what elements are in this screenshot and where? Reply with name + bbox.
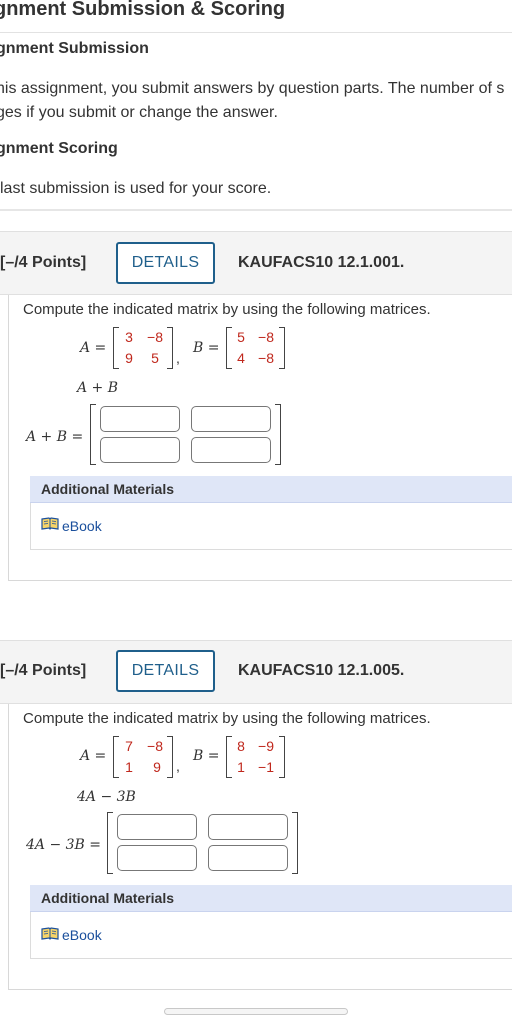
comma: ,: [176, 350, 180, 366]
matrix-entry: 1: [125, 759, 133, 775]
matrix-entry: −9: [258, 738, 274, 754]
divider: [0, 32, 512, 33]
question-prompt: Compute the indicated matrix by using th…: [23, 301, 431, 318]
additional-materials-body: [30, 912, 512, 959]
answer-input-r1c2[interactable]: [191, 406, 271, 432]
question-id: KAUFACS10 12.1.005.: [238, 662, 405, 679]
right-bracket: [279, 736, 285, 778]
expression: 4A − 3B: [77, 789, 136, 805]
additional-materials-label: Additional Materials: [41, 481, 175, 497]
left-bracket: [90, 404, 96, 465]
ebook-link[interactable]: eBook: [62, 927, 102, 943]
matrix-entry: 4: [237, 350, 245, 366]
matrix-a-label: A =: [80, 748, 107, 764]
answer-input-r1c1[interactable]: [100, 406, 180, 432]
page-title: gnment Submission & Scoring: [0, 0, 286, 20]
matrix-entry: 5: [151, 350, 159, 366]
submission-heading: gnment Submission: [0, 40, 149, 57]
scoring-text: last submission is used for your score.: [0, 180, 272, 197]
answer-label: A + B =: [26, 429, 84, 445]
answer-input-r2c1[interactable]: [100, 437, 180, 463]
matrix-entry: −8: [258, 350, 274, 366]
divider: [0, 209, 512, 211]
question-id: KAUFACS10 12.1.001.: [238, 254, 405, 271]
question-prompt: Compute the indicated matrix by using th…: [23, 710, 431, 727]
left-bracket: [107, 812, 113, 874]
submission-text-line1: his assignment, you submit answers by qu…: [0, 80, 505, 97]
matrix-entry: −8: [147, 738, 163, 754]
matrix-b-label: B =: [193, 748, 220, 764]
expression: A + B: [77, 380, 119, 396]
matrix-entry: 5: [237, 329, 245, 345]
additional-materials-header: Additional Materials: [30, 476, 512, 503]
ebook-link[interactable]: eBook: [62, 518, 102, 534]
matrix-entry: 9: [125, 350, 133, 366]
answer-label: 4A − 3B =: [26, 837, 102, 853]
scoring-heading: gnment Scoring: [0, 140, 118, 157]
answer-input-r1c1[interactable]: [117, 814, 197, 840]
right-bracket: [292, 812, 298, 874]
matrix-entry: 8: [237, 738, 245, 754]
answer-input-r2c2[interactable]: [191, 437, 271, 463]
additional-materials-header: Additional Materials: [30, 885, 512, 912]
answer-input-r2c2[interactable]: [208, 845, 288, 871]
answer-input-r2c1[interactable]: [117, 845, 197, 871]
matrix-entry: −1: [258, 759, 274, 775]
matrix-entry: −8: [258, 329, 274, 345]
right-bracket: [279, 327, 285, 369]
matrix-entry: −8: [147, 329, 163, 345]
submission-text-line2: ges if you submit or change the answer.: [0, 104, 278, 121]
right-bracket: [167, 327, 173, 369]
right-bracket: [275, 404, 281, 465]
book-icon: [41, 927, 59, 940]
additional-materials-body: [30, 503, 512, 550]
matrix-b-label: B =: [193, 340, 220, 356]
book-icon: [41, 517, 59, 530]
matrix-entry: 7: [125, 738, 133, 754]
scroll-handle[interactable]: [164, 1008, 348, 1015]
comma: ,: [176, 758, 180, 774]
matrix-entry: 1: [237, 759, 245, 775]
answer-input-r1c2[interactable]: [208, 814, 288, 840]
additional-materials-label: Additional Materials: [41, 890, 175, 906]
details-button[interactable]: DETAILS: [116, 242, 215, 284]
matrix-entry: 9: [153, 759, 161, 775]
details-button[interactable]: DETAILS: [116, 650, 215, 692]
matrix-entry: 3: [125, 329, 133, 345]
right-bracket: [167, 736, 173, 778]
question-points: [–/4 Points]: [0, 254, 87, 271]
matrix-a-label: A =: [80, 340, 107, 356]
question-points: [–/4 Points]: [0, 662, 87, 679]
